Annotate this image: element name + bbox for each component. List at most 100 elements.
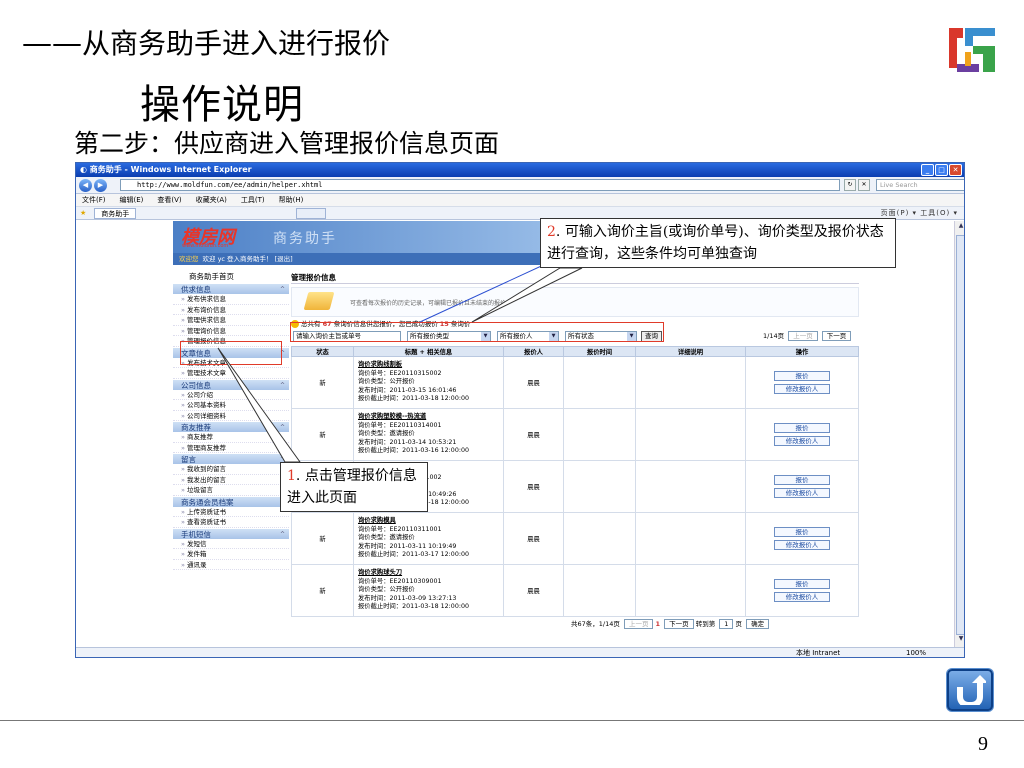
quote-button[interactable]: 报价: [774, 579, 830, 589]
sidebar-item-send-sms[interactable]: 发短信: [173, 538, 289, 549]
sidebar-item-view-cert[interactable]: 查看资质证书: [173, 517, 289, 528]
sidebar-item-inbox[interactable]: 我收到的留言: [173, 464, 289, 475]
info-icon: [291, 320, 299, 328]
row-status: 新: [291, 564, 354, 617]
sidebar-item-publish-inquiry[interactable]: 发布询价信息: [173, 304, 289, 315]
chevron-down-icon: ▼: [627, 332, 636, 341]
scrollbar-thumb[interactable]: [956, 235, 964, 635]
back-button[interactable]: [947, 669, 993, 711]
edit-quoter-button[interactable]: 修改报价人: [774, 540, 830, 550]
sidebar-item-company-basic[interactable]: 公司基本资料: [173, 400, 289, 411]
row-info: 询价求购球头刀 询价单号：EE20110309001 询价类型：公开报价 发布时间：2…: [353, 564, 504, 617]
bottom-prev-button[interactable]: 上一页: [623, 619, 654, 629]
sidebar-item-company-detail[interactable]: 公司详细资料: [173, 410, 289, 421]
sidebar-item-outbox[interactable]: 发件箱: [173, 549, 289, 560]
callout-step1: 1. 点击管理报价信息进入此页面: [280, 462, 428, 512]
chevron-down-icon: ▼: [549, 332, 558, 341]
quote-button[interactable]: 报价: [774, 423, 830, 433]
edit-quoter-button[interactable]: 修改报价人: [774, 592, 830, 602]
top-prev-button[interactable]: 上一页: [788, 331, 818, 341]
bottom-current-page: 1: [655, 620, 661, 628]
status-select[interactable]: 所有状态 ▼: [565, 331, 637, 342]
sidebar-group-company[interactable]: 公司信息: [173, 378, 289, 391]
row-title-link[interactable]: 询价求购球头刀: [358, 569, 402, 576]
browser-tab[interactable]: 商务助手: [94, 207, 137, 219]
scroll-down-icon[interactable]: ▼: [956, 635, 964, 645]
top-next-button[interactable]: 下一页: [821, 331, 852, 341]
sidebar-item-manage-article[interactable]: 管理技术文章: [173, 368, 289, 379]
sidebar-home[interactable]: 商务助手首页: [173, 271, 289, 283]
sidebar-group-messages[interactable]: 留言: [173, 453, 289, 465]
page-title: 管理报价信息: [291, 271, 859, 284]
sidebar-item-manage-quote[interactable]: 管理报价信息: [173, 336, 289, 347]
goto-confirm-button[interactable]: 确定: [746, 619, 770, 629]
status-zone: 本地 Intranet: [796, 649, 841, 657]
new-tab-button[interactable]: [296, 207, 327, 219]
minimize-button[interactable]: _: [921, 164, 934, 176]
close-button[interactable]: ✕: [949, 164, 962, 176]
sidebar-item-publish-supply[interactable]: 发布供求信息: [173, 294, 289, 305]
sidebar-item-upload-cert[interactable]: 上传资质证书: [173, 506, 289, 517]
stop-icon[interactable]: ✕: [858, 179, 870, 191]
refresh-icon[interactable]: ↻: [844, 179, 856, 191]
sidebar-item-manage-inquiry[interactable]: 管理询价信息: [173, 325, 289, 336]
col-detail: 详细说明: [635, 346, 746, 357]
sidebar-item-spam[interactable]: 垃圾留言: [173, 485, 289, 496]
edit-quoter-button[interactable]: 修改报价人: [774, 384, 830, 394]
sidebar-item-manage-supply[interactable]: 管理供求信息: [173, 315, 289, 326]
row-inquiry-no: 询价单号：EE20110309001: [358, 577, 442, 585]
address-bar: ◀ ▶ http://www.moldfun.com/ee/admin/help…: [76, 177, 964, 194]
sidebar-item-recommend[interactable]: 商友推荐: [173, 432, 289, 443]
command-bar[interactable]: 页面(P) ▾ 工具(O) ▾: [881, 208, 958, 218]
sidebar-group-supply[interactable]: 供求信息: [173, 283, 289, 295]
keyword-input[interactable]: 请输入询价主旨或单号: [293, 331, 401, 342]
menu-edit[interactable]: 编辑(E): [120, 194, 144, 206]
folder-icon: [303, 292, 335, 310]
sidebar-item-publish-article[interactable]: 发布技术文章: [173, 357, 289, 368]
quoter-select[interactable]: 所有报价人 ▼: [497, 331, 559, 342]
row-publish-time: 发布时间：2011-03-15 16:01:46: [358, 386, 457, 394]
edit-quoter-button[interactable]: 修改报价人: [774, 488, 830, 498]
sidebar-item-sent[interactable]: 我发出的留言: [173, 474, 289, 485]
sidebar-group-friends[interactable]: 商友推荐: [173, 421, 289, 433]
row-title-link[interactable]: 询价求购塑胶模--热流道: [358, 413, 426, 420]
quote-button[interactable]: 报价: [774, 475, 830, 485]
top-pager: 1/14页 上一页 下一页: [763, 331, 852, 342]
query-button[interactable]: 查询: [641, 331, 662, 342]
url-input[interactable]: http://www.moldfun.com/ee/admin/helper.x…: [120, 179, 840, 191]
scrollbar[interactable]: ▲ ▼: [954, 221, 964, 647]
bottom-next-button[interactable]: 下一页: [664, 619, 694, 629]
sidebar-group-sms[interactable]: 手机短信: [173, 527, 289, 540]
status-zoom[interactable]: 100%: [906, 648, 926, 657]
sidebar-item-contacts[interactable]: 通讯录: [173, 559, 289, 570]
sidebar-group-member[interactable]: 商务通会员档案: [173, 495, 289, 508]
row-inquiry-type: 询价类型：邀请报价: [358, 430, 415, 438]
forward-button[interactable]: ▶: [94, 178, 107, 192]
live-search-input[interactable]: Live Search: [876, 179, 964, 191]
maximize-button[interactable]: □: [935, 164, 948, 176]
back-button[interactable]: ◀: [79, 178, 92, 192]
sidebar-item-manage-recommend[interactable]: 管理商友推荐: [173, 442, 289, 453]
quote-button[interactable]: 报价: [774, 527, 830, 537]
scroll-up-icon[interactable]: ▲: [956, 222, 964, 232]
sidebar-item-company-intro[interactable]: 公司介绍: [173, 389, 289, 400]
favorites-star-icon[interactable]: ★: [80, 209, 86, 217]
menu-file[interactable]: 文件(F): [82, 194, 106, 206]
tip-box: 可查看每次报价的历史记录，可编辑已报价且未结束的报价: [291, 287, 859, 317]
menu-tools[interactable]: 工具(T): [241, 194, 265, 206]
row-publish-time: 发布时间：2011-03-14 10:53:21: [358, 438, 457, 446]
menu-view[interactable]: 查看(V): [157, 194, 181, 206]
sidebar-group-articles[interactable]: 文章信息: [173, 346, 289, 359]
row-detail: [635, 408, 746, 461]
menu-help[interactable]: 帮助(H): [279, 194, 304, 206]
row-info: 询价求购塑胶模--热流道 询价单号：EE20110314001 询价类型：邀请报价发…: [353, 408, 504, 461]
welcome-text[interactable]: 欢迎 yc 登入商务助手！ [退出]: [203, 255, 293, 263]
quote-button[interactable]: 报价: [774, 371, 830, 381]
goto-page-input[interactable]: 1: [719, 619, 734, 629]
row-title-link[interactable]: 询价求购模具: [358, 517, 396, 524]
menu-favorites[interactable]: 收藏夹(A): [196, 194, 227, 206]
row-title-link[interactable]: 询价求购线割板: [358, 361, 402, 368]
edit-quoter-button[interactable]: 修改报价人: [774, 436, 830, 446]
type-select[interactable]: 所有报价类型 ▼: [407, 331, 491, 342]
col-title: 标题 + 相关信息: [353, 346, 504, 357]
